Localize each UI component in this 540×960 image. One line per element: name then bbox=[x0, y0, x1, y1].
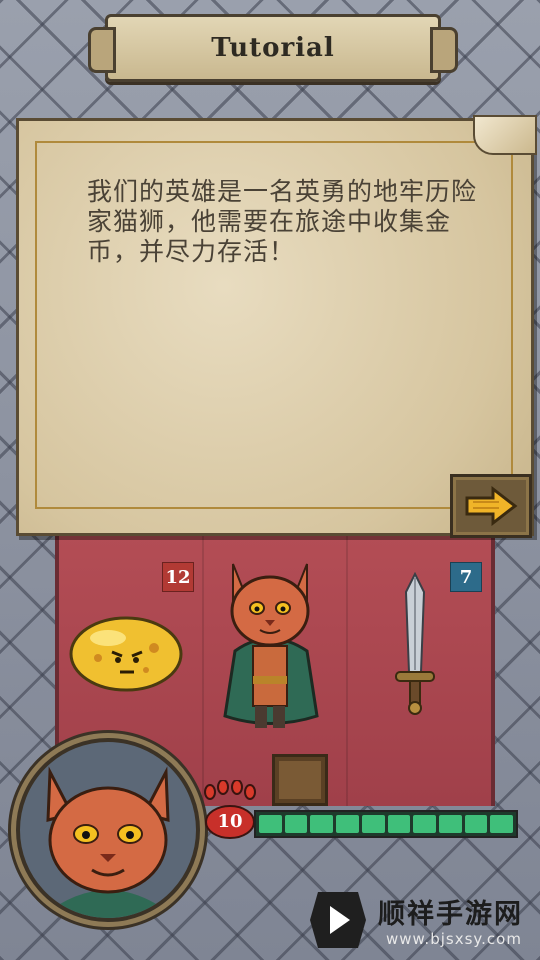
sword-icon[interactable] bbox=[390, 572, 440, 717]
health-segment bbox=[284, 815, 308, 833]
health-segment bbox=[310, 815, 334, 833]
page-title: Tutorial bbox=[211, 33, 335, 63]
health-value: 10 bbox=[217, 810, 243, 832]
health-segment bbox=[464, 815, 488, 833]
health-bar bbox=[254, 810, 518, 838]
health-segment bbox=[490, 815, 514, 833]
health-segment bbox=[259, 815, 282, 833]
dialog-message: 我们的英雄是一名英勇的地牢历险家猫狮，他需要在旅途中收集金币，并尽力存活！ bbox=[87, 177, 478, 266]
enemy-value-badge: 12 bbox=[162, 562, 194, 592]
cat-hero-icon[interactable] bbox=[215, 556, 325, 736]
health-segment bbox=[438, 815, 462, 833]
health-segment bbox=[387, 815, 411, 833]
arrow-right-icon bbox=[465, 486, 518, 526]
watermark: 顺祥手游网 www.bjsxsy.com bbox=[306, 888, 536, 954]
watermark-name: 顺祥手游网 bbox=[378, 899, 523, 930]
equipment-slot[interactable] bbox=[272, 754, 328, 806]
avatar[interactable] bbox=[16, 738, 200, 922]
dialog-page-curl bbox=[473, 115, 537, 155]
title-banner: Tutorial bbox=[88, 14, 458, 82]
next-button[interactable] bbox=[450, 474, 532, 538]
watermark-url: www.bjsxsy.com bbox=[386, 930, 522, 948]
cat-portrait-icon bbox=[40, 766, 176, 918]
health-segment bbox=[336, 815, 359, 833]
health-segment bbox=[361, 815, 385, 833]
watermark-logo-icon bbox=[310, 892, 366, 948]
health-segment bbox=[413, 815, 436, 833]
slime-icon[interactable] bbox=[68, 612, 184, 692]
item-value-badge: 7 bbox=[450, 562, 482, 592]
